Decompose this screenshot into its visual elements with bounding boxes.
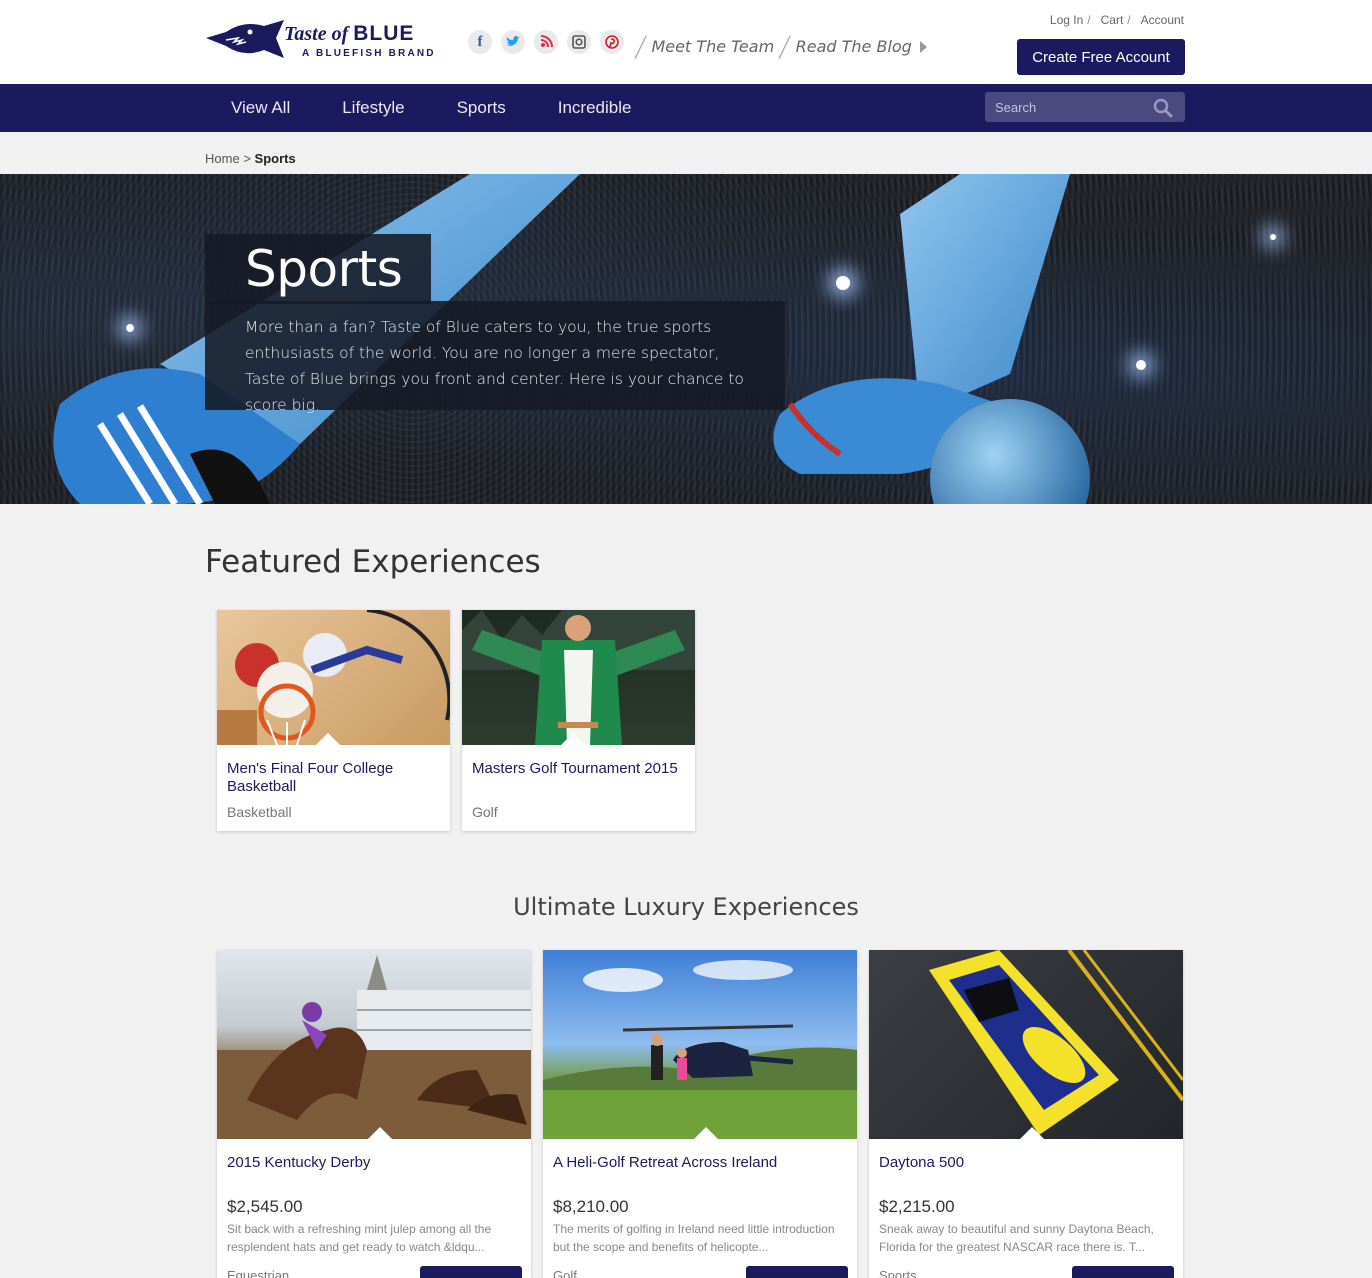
card-category: Equestrian [227, 1268, 290, 1278]
stadium-light [1270, 234, 1276, 240]
search-icon[interactable] [1153, 98, 1173, 123]
featured-card[interactable]: Men's Final Four College Basketball Bask… [217, 610, 450, 831]
pinterest-icon[interactable] [600, 30, 624, 54]
hero-title: Sports [245, 240, 403, 298]
card-price: $8,210.00 [553, 1197, 629, 1216]
nav-item-sports[interactable]: Sports [457, 98, 506, 118]
login-link[interactable]: Log In [1050, 13, 1083, 27]
basketball-image [217, 610, 450, 745]
card-description: Sit back with a refreshing mint julep am… [227, 1222, 492, 1254]
twitter-icon[interactable] [501, 30, 525, 54]
featured-card[interactable]: Masters Golf Tournament 2015 Golf [462, 610, 695, 831]
golf-green-jacket-image [462, 610, 695, 745]
account-links: Log In / Cart / Account [1049, 13, 1184, 27]
hero-banner: Sports More than a fan? Taste of Blue ca… [0, 174, 1372, 504]
divider: / [777, 30, 793, 63]
facebook-icon[interactable]: f [468, 30, 492, 54]
card-category: Sports [879, 1268, 917, 1278]
brand-tagline: A BLUEFISH BRAND [302, 48, 436, 59]
search-box [985, 92, 1185, 122]
heli-golf-image [543, 950, 857, 1139]
featured-heading: Featured Experiences [205, 544, 541, 580]
card-category: Basketball [227, 804, 292, 820]
card-title[interactable]: Daytona 500 [879, 1154, 1169, 1172]
breadcrumb-current: Sports [254, 151, 296, 166]
main-nav: View All Lifestyle Sports Incredible [0, 84, 1372, 132]
top-header: Taste of BLUE A BLUEFISH BRAND f / Meet … [0, 0, 1372, 84]
search-input[interactable] [985, 92, 1145, 122]
card-title[interactable]: A Heli-Golf Retreat Across Ireland [553, 1154, 843, 1172]
stadium-light [126, 324, 134, 332]
account-link[interactable]: Account [1141, 13, 1184, 27]
stadium-light [1136, 360, 1146, 370]
stadium-light [836, 276, 850, 290]
kentucky-derby-image [217, 950, 531, 1139]
cart-link[interactable]: Cart [1101, 13, 1124, 27]
breadcrumb: Home > Sports [205, 151, 296, 166]
card-category: Golf [553, 1268, 577, 1278]
triangle-right-icon [919, 40, 927, 53]
read-blog-link[interactable]: Read The Blog [796, 37, 912, 56]
card-price: $2,545.00 [227, 1197, 303, 1216]
card-title[interactable]: Masters Golf Tournament 2015 [472, 760, 682, 778]
card-title[interactable]: 2015 Kentucky Derby [227, 1154, 517, 1172]
blog-icon[interactable] [534, 30, 558, 54]
nav-item-lifestyle[interactable]: Lifestyle [342, 98, 404, 118]
luxury-heading: Ultimate Luxury Experiences [513, 893, 859, 921]
daytona-race-car-image [869, 950, 1183, 1139]
card-description: Sneak away to beautiful and sunny Dayton… [879, 1222, 1154, 1254]
divider: / [633, 30, 649, 63]
header-nav-links: / Meet The Team / Read The Blog [630, 30, 927, 63]
meet-team-link[interactable]: Meet The Team [651, 37, 774, 56]
nav-item-incredible[interactable]: Incredible [558, 98, 632, 118]
instagram-icon[interactable] [567, 30, 591, 54]
luxury-card[interactable]: 2015 Kentucky Derby $2,545.00 Sit back w… [217, 950, 531, 1278]
breadcrumb-separator: > [243, 151, 251, 166]
more-info-button[interactable] [746, 1266, 848, 1278]
card-title[interactable]: Men's Final Four College Basketball [227, 760, 437, 796]
more-info-button[interactable] [1072, 1266, 1174, 1278]
social-links: f [468, 30, 624, 54]
nav-item-view-all[interactable]: View All [231, 98, 290, 118]
luxury-card[interactable]: A Heli-Golf Retreat Across Ireland $8,21… [543, 950, 857, 1278]
more-info-button[interactable] [420, 1266, 522, 1278]
card-description: The merits of golfing in Ireland need li… [553, 1222, 835, 1254]
card-category: Golf [472, 804, 498, 820]
create-account-button[interactable]: Create Free Account [1017, 39, 1185, 75]
hero-description: More than a fan? Taste of Blue caters to… [245, 318, 744, 414]
breadcrumb-home[interactable]: Home [205, 151, 240, 166]
brand-name: Taste of BLUE [284, 22, 415, 45]
bluefish-logo-icon [206, 20, 284, 58]
card-price: $2,215.00 [879, 1197, 955, 1216]
luxury-card[interactable]: Daytona 500 $2,215.00 Sneak away to beau… [869, 950, 1183, 1278]
brand-logo[interactable]: Taste of BLUE A BLUEFISH BRAND [204, 16, 454, 66]
